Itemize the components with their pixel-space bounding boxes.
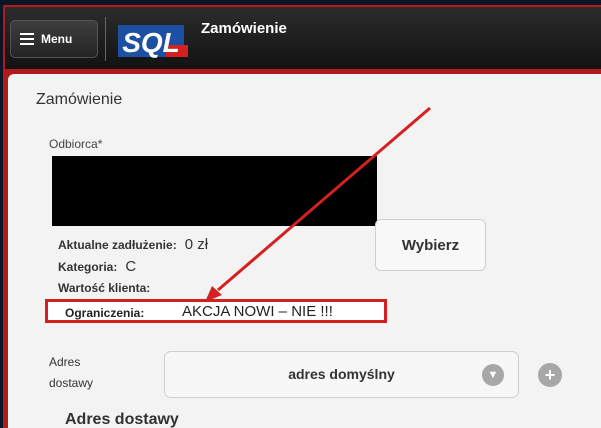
page-title: Zamówienie (36, 91, 123, 108)
category-label: Kategoria: (58, 260, 118, 274)
main-content: Zamówienie Odbiorca* Aktualne zadłużenie… (8, 74, 601, 428)
restrictions-highlight: Ograniczenia: AKCJA NOWI – NIE !!! (45, 299, 387, 323)
top-bar: Menu SQL Zamówienie (5, 7, 601, 69)
header-divider (105, 17, 106, 61)
restrictions-value: AKCJA NOWI – NIE !!! (182, 303, 333, 320)
add-address-button[interactable]: + (538, 363, 562, 387)
sql-logo: SQL (118, 25, 188, 58)
chevron-down-icon: ▼ (482, 364, 504, 386)
choose-recipient-button[interactable]: Wybierz (375, 219, 486, 271)
app-title: Zamówienie (201, 20, 287, 37)
recipient-field-redacted[interactable] (52, 156, 377, 226)
menu-label: Menu (41, 32, 73, 46)
recipient-label: Odbiorca* (49, 137, 103, 151)
menu-button[interactable]: Menu (10, 20, 98, 58)
plus-icon: + (544, 364, 556, 385)
hamburger-icon (20, 33, 34, 48)
delivery-address-select[interactable]: adres domyślny ▼ (164, 351, 519, 398)
app-frame: Menu SQL Zamówienie Zamówienie Odbiorca*… (3, 5, 601, 428)
delivery-address-section-title: Adres dostawy (65, 411, 179, 428)
category-row: Kategoria: C (58, 258, 136, 275)
debt-row: Aktualne zadłużenie: 0 zł (58, 236, 208, 253)
delivery-address-label: Adres dostawy (49, 355, 94, 390)
logo-text: SQL (122, 27, 180, 58)
category-value: C (125, 258, 137, 275)
delivery-address-value: adres domyślny (288, 366, 395, 382)
client-value-row: Wartość klienta: (58, 281, 150, 295)
debt-label: Aktualne zadłużenie: (58, 238, 177, 252)
client-value-label: Wartość klienta: (58, 281, 151, 295)
debt-value: 0 zł (184, 236, 209, 253)
restrictions-label: Ograniczenia: (65, 306, 145, 320)
